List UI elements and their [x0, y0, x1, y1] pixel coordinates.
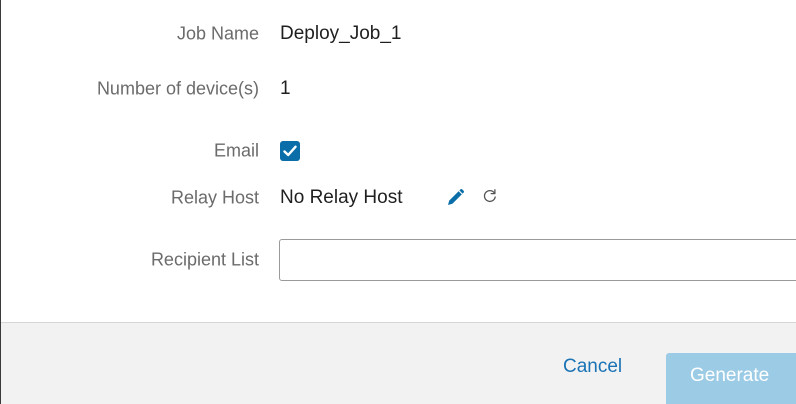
relay-host-row: Relay Host No Relay Host: [1, 178, 796, 218]
refresh-relay-host-button[interactable]: [479, 185, 501, 207]
relay-host-value: No Relay Host: [280, 187, 403, 208]
job-name-label: Job Name: [176, 23, 259, 44]
recipient-list-label: Recipient List: [150, 249, 259, 270]
email-label: Email: [213, 140, 259, 161]
job-name-row: Job Name Deploy_Job_1: [1, 14, 796, 54]
edit-relay-host-button[interactable]: [444, 187, 466, 209]
recipient-list-row: Recipient List: [1, 239, 796, 281]
checkmark-icon: [283, 145, 297, 157]
generate-job-dialog: Job Name Deploy_Job_1 Number of device(s…: [0, 0, 796, 404]
job-form: Job Name Deploy_Job_1 Number of device(s…: [1, 0, 796, 322]
job-name-value: Deploy_Job_1: [280, 23, 402, 44]
device-count-row: Number of device(s) 1: [1, 69, 796, 109]
email-checkbox[interactable]: [280, 141, 300, 161]
pencil-icon: [448, 188, 465, 205]
email-row: Email: [1, 131, 796, 171]
refresh-icon: [483, 189, 496, 203]
device-count-value: 1: [280, 78, 291, 99]
dialog-footer: Cancel Generate: [1, 322, 796, 404]
device-count-label: Number of device(s): [96, 78, 259, 99]
generate-button[interactable]: Generate: [666, 353, 796, 404]
cancel-button[interactable]: Cancel: [563, 356, 622, 378]
relay-host-label: Relay Host: [170, 187, 259, 208]
recipient-list-input[interactable]: [279, 239, 796, 281]
